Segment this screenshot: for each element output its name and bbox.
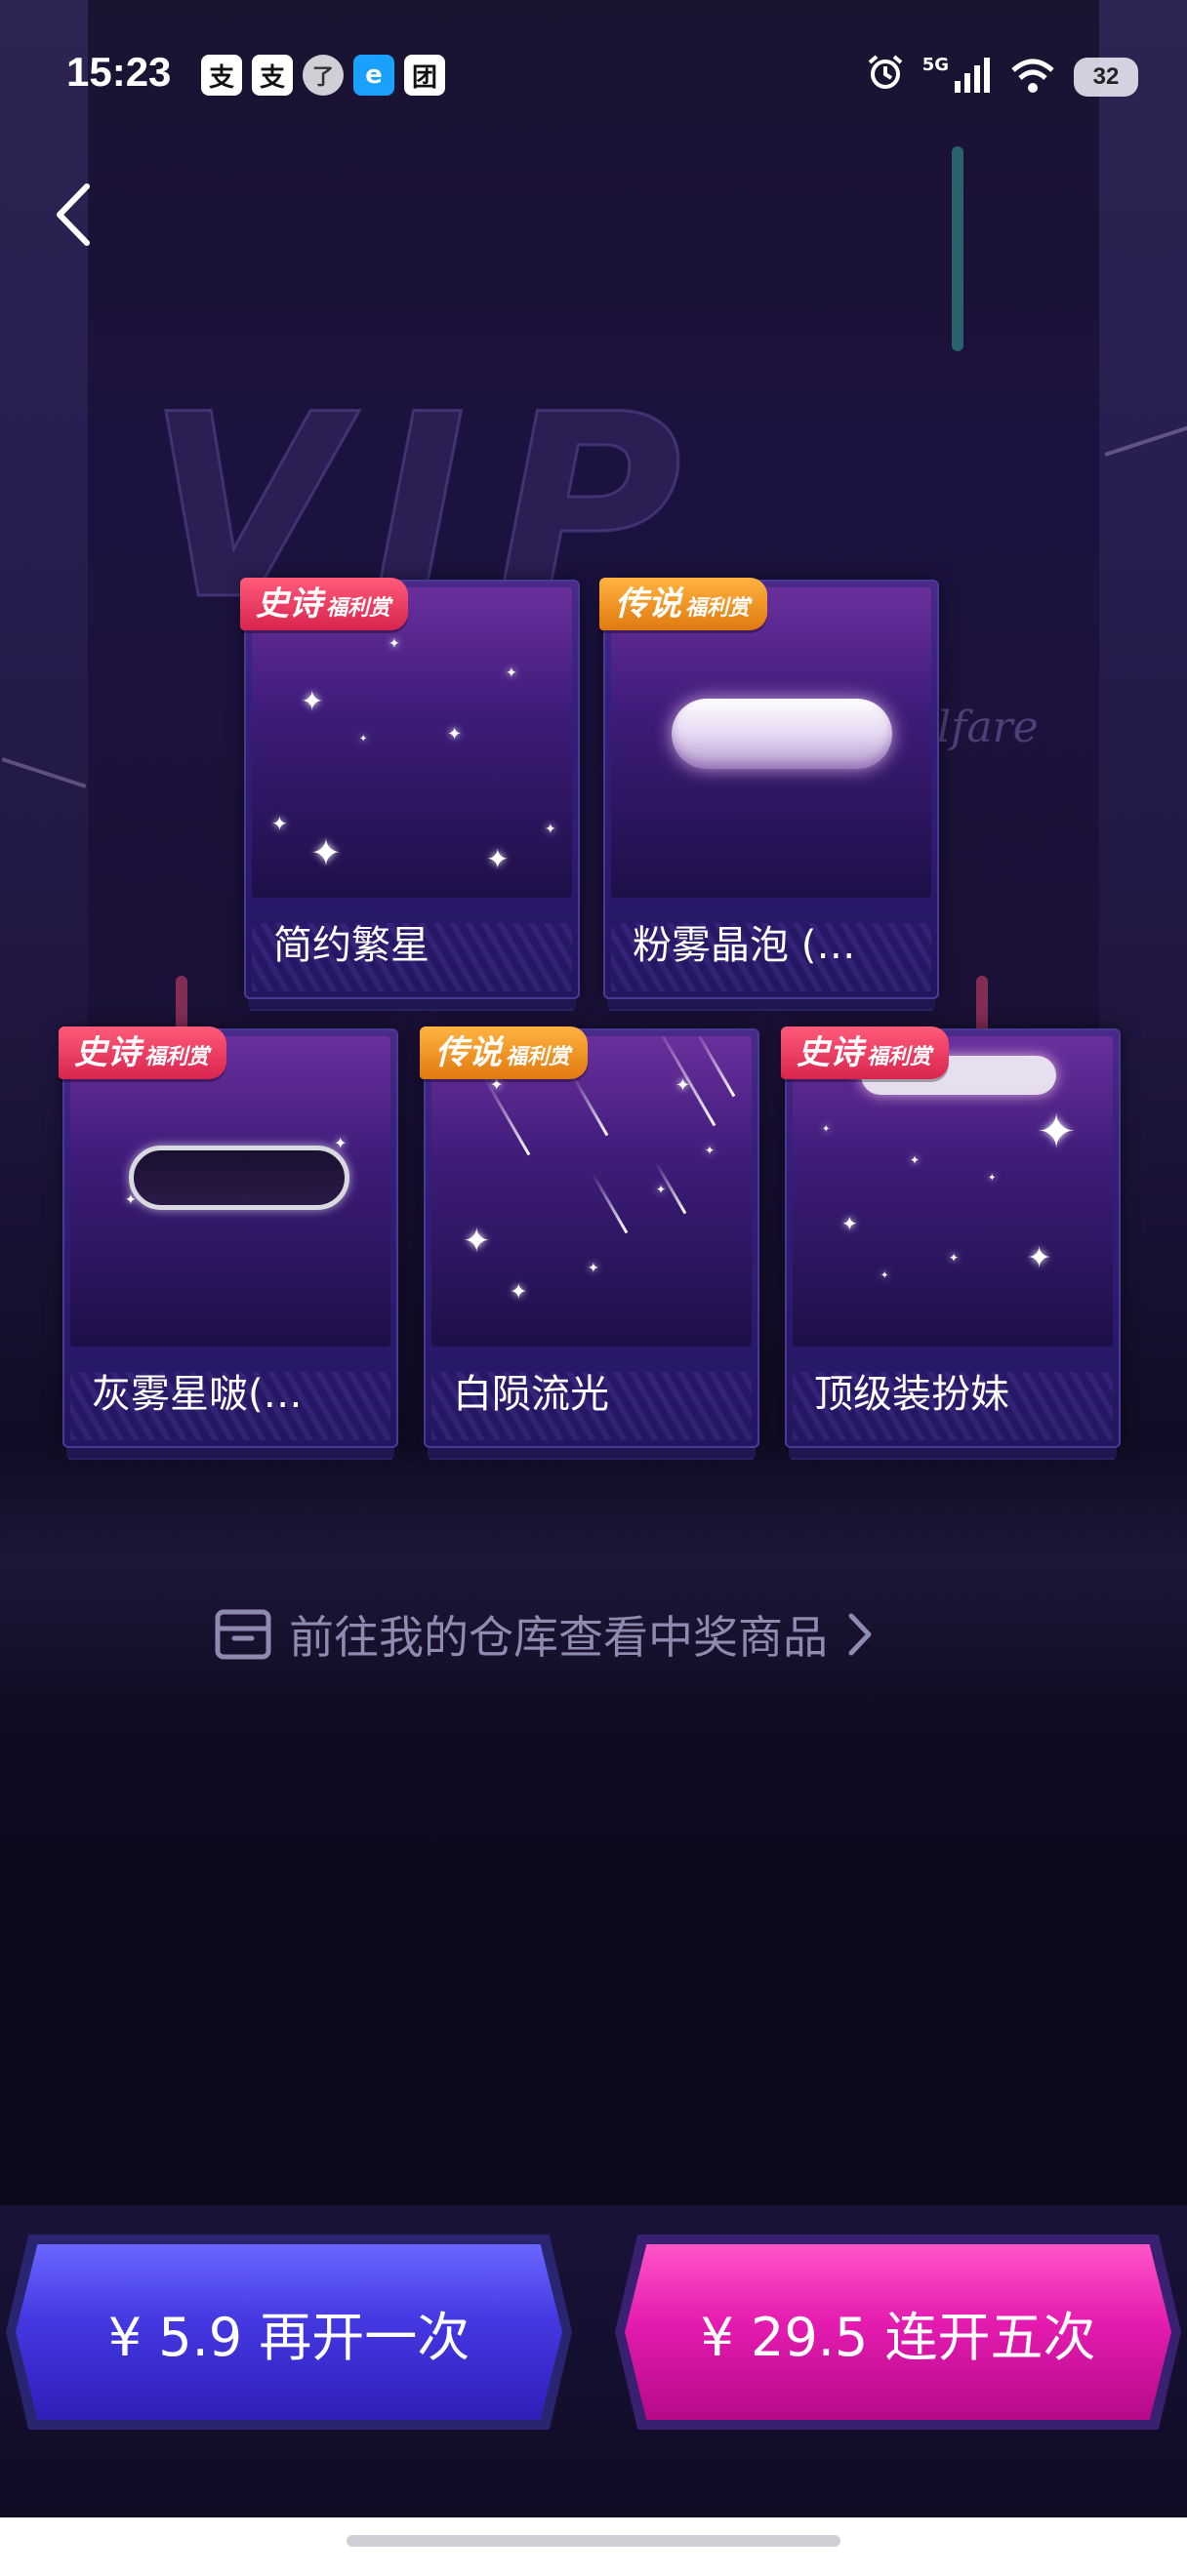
alipay-icon: 支: [201, 55, 242, 96]
warehouse-link[interactable]: 前往我的仓库查看中奖商品: [215, 1600, 873, 1669]
prize-image: ✦ ✦: [70, 1036, 390, 1347]
prize-card[interactable]: ✦ ✦ ✦ ✦ ✦ ✦ ✦ 传说 福利赏 白陨流光: [420, 1026, 759, 1448]
prize-name: 粉雾晶泡 (…: [633, 923, 856, 968]
open-once-button[interactable]: ¥ 5.9 再开一次: [16, 2244, 562, 2420]
battery-indicator: 32: [1074, 57, 1138, 97]
open-five-button[interactable]: ¥ 29.5 连开五次: [625, 2244, 1171, 2420]
prize-card[interactable]: 传说 福利赏 粉雾晶泡 (…: [599, 578, 939, 999]
home-indicator[interactable]: [347, 2535, 840, 2547]
meituan-icon: 团: [404, 55, 445, 96]
prize-name: 白陨流光: [453, 1372, 609, 1417]
prize-name: 简约繁星: [273, 923, 430, 968]
status-indicators: 5G 32: [866, 53, 1138, 101]
network-type-label: 5G: [921, 55, 949, 75]
wifi-icon: [1009, 57, 1056, 98]
back-button[interactable]: [39, 176, 107, 254]
prize-tier-badge: 传说 福利赏: [420, 1026, 589, 1079]
prize-image: ✦ ✦ ✦ ✦ ✦ ✦ ✦ ✦: [793, 1036, 1113, 1347]
status-time: 15:23: [66, 49, 172, 95]
warehouse-link-label: 前往我的仓库查看中奖商品: [289, 1611, 828, 1664]
prize-card[interactable]: ✦ ✦ ✦ ✦ ✦ ✦ ✦ ✦ 史诗 福利赏 顶级装扮妹: [781, 1026, 1121, 1448]
prize-tier-badge: 史诗 福利赏: [240, 578, 409, 630]
navigation-bar: [0, 2517, 1187, 2576]
signal-icon: [953, 57, 992, 97]
box-icon: [215, 1609, 271, 1660]
status-bar: 15:23 支 支 了 e 团 5G 32: [0, 0, 1187, 146]
prize-image: ✦ ✦ ✦ ✦ ✦ ✦ ✦ ✦ ✦: [252, 587, 572, 898]
alarm-icon: [866, 53, 905, 101]
chevron-left-icon: [57, 183, 90, 246]
prize-card[interactable]: ✦ ✦ ✦ ✦ ✦ ✦ ✦ ✦ ✦ 史诗 福利赏 简约繁星: [240, 578, 580, 999]
prize-tier-badge: 史诗 福利赏: [59, 1026, 227, 1079]
prize-name: 灰雾星啵(…: [92, 1372, 303, 1417]
status-app-icons: 支 支 了 e 团: [201, 55, 445, 96]
alipay-icon: 支: [252, 55, 293, 96]
prize-card[interactable]: ✦ ✦ 史诗 福利赏 灰雾星啵(…: [59, 1026, 398, 1448]
prize-tier-badge: 史诗 福利赏: [781, 1026, 950, 1079]
prize-tier-badge: 传说 福利赏: [599, 578, 768, 630]
chevron-right-icon: [848, 1613, 872, 1656]
prize-name: 顶级装扮妹: [814, 1372, 1009, 1417]
browser-icon: e: [353, 55, 394, 96]
prize-image: [611, 587, 931, 898]
prize-image: ✦ ✦ ✦ ✦ ✦ ✦ ✦: [431, 1036, 752, 1347]
app-notification-icon: 了: [303, 55, 344, 96]
